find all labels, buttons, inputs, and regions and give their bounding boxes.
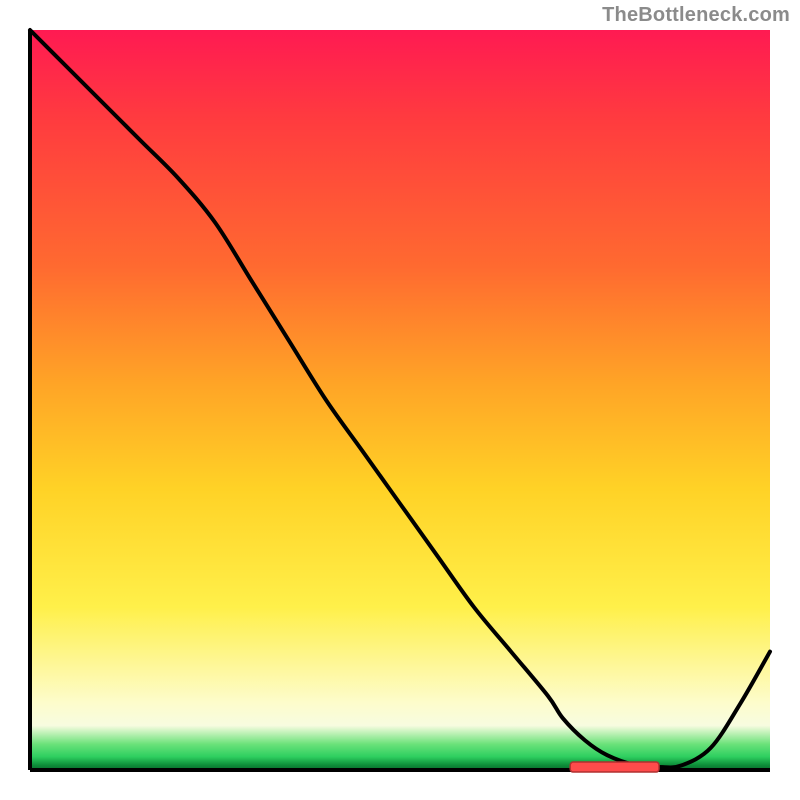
plot-area <box>30 30 770 770</box>
attribution-label: TheBottleneck.com <box>602 4 790 27</box>
optimum-marker <box>30 30 770 770</box>
chart-root: TheBottleneck.com <box>0 0 800 800</box>
